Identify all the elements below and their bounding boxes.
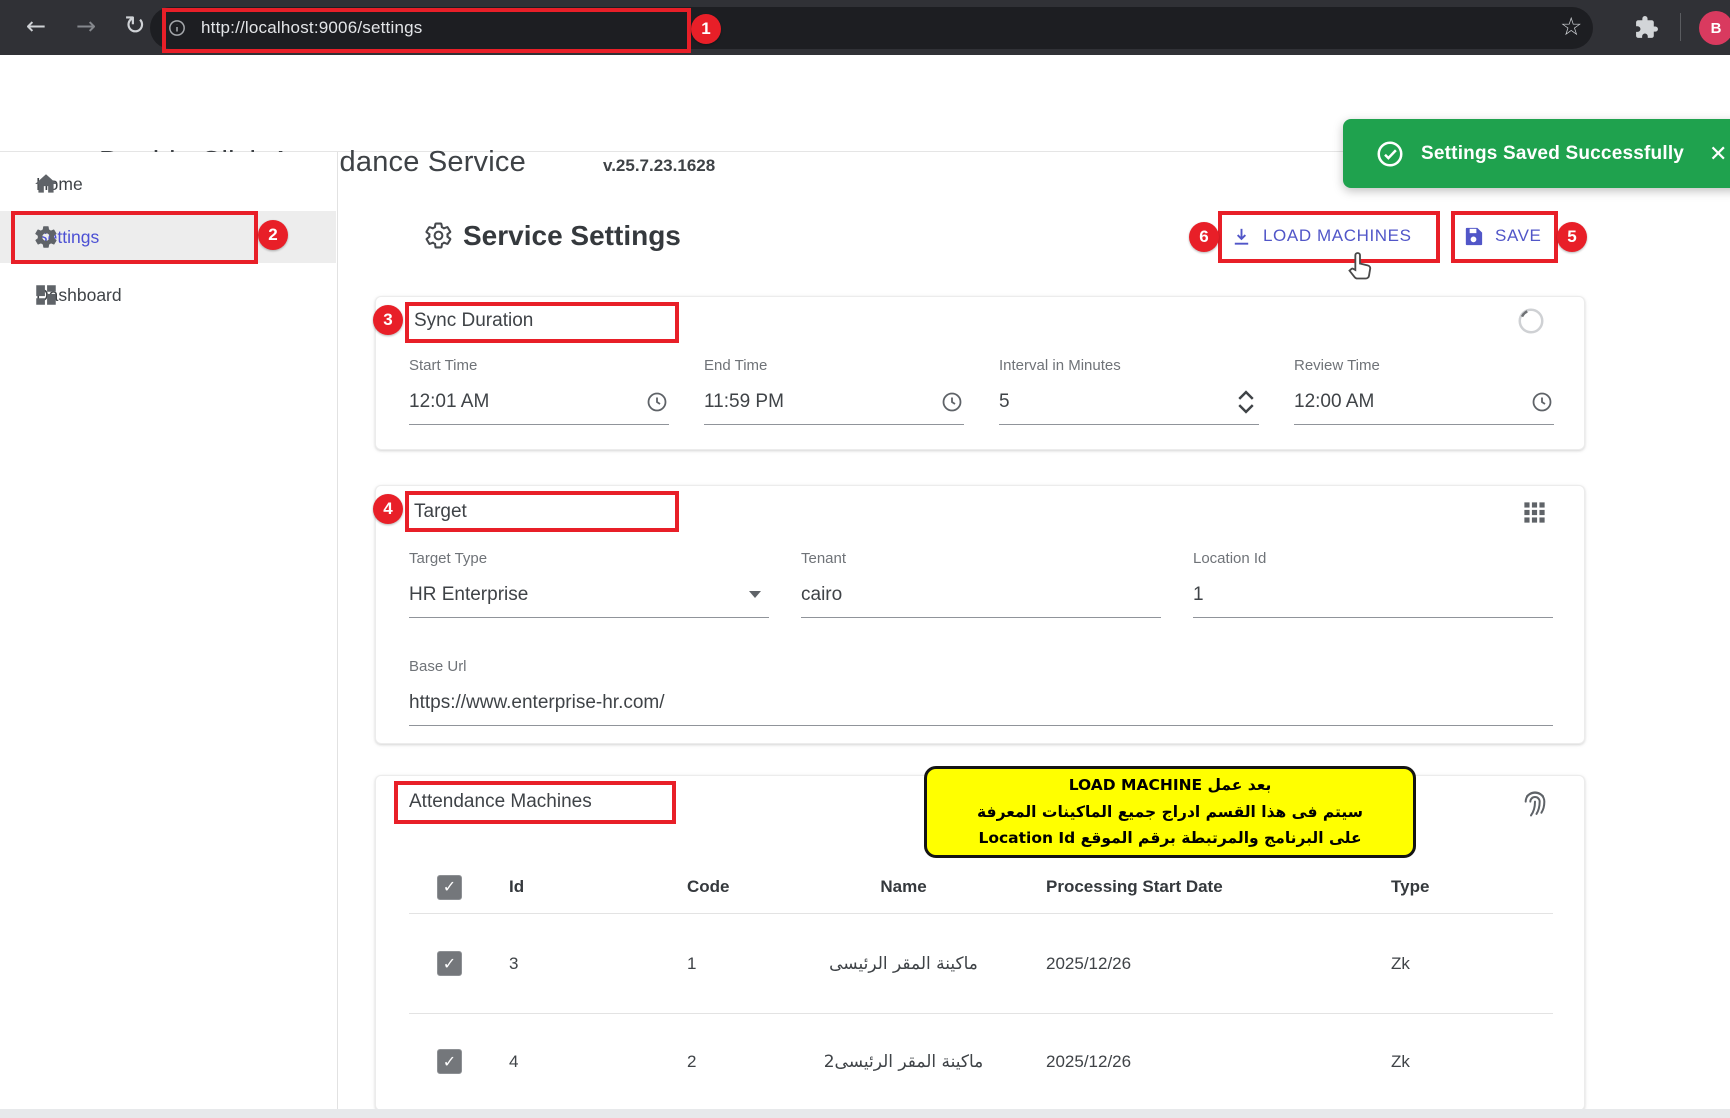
tenant-field: Tenant cairo — [801, 550, 1161, 618]
tenant-label: Tenant — [801, 550, 1161, 567]
fingerprint-icon — [1519, 787, 1551, 819]
review-time-field: Review Time 12:00 AM — [1294, 357, 1554, 425]
location-id-field: Location Id 1 — [1193, 550, 1553, 618]
sidebar: Home Settings Dashboard — [0, 152, 338, 1118]
col-header-code: Code — [687, 877, 761, 897]
sync-duration-card: Sync Duration Start Time 12:01 AM End Ti… — [375, 296, 1585, 450]
target-type-select[interactable]: HR Enterprise — [409, 581, 769, 618]
annotation-badge-6: 6 — [1189, 222, 1219, 252]
sidebar-item-settings[interactable]: Settings — [0, 211, 336, 263]
check-icon: ✓ — [443, 956, 456, 972]
review-time-label: Review Time — [1294, 357, 1554, 374]
target-type-field: Target Type HR Enterprise — [409, 550, 769, 618]
table-header-row: ✓ Id Code Name Processing Start Date Typ… — [409, 861, 1553, 913]
col-header-id: Id — [509, 877, 687, 897]
location-id-input[interactable]: 1 — [1193, 581, 1553, 618]
cell-code: 2 — [687, 1052, 761, 1072]
extensions-icon[interactable] — [1634, 15, 1659, 40]
back-icon[interactable]: ← — [26, 12, 46, 40]
interval-input[interactable]: 5 — [999, 388, 1259, 425]
toast-close-icon[interactable]: ✕ — [1709, 141, 1727, 167]
review-time-input[interactable]: 12:00 AM — [1294, 388, 1554, 425]
spinner-up-icon[interactable] — [1237, 390, 1255, 401]
page-bottom-strip — [0, 1109, 1730, 1118]
col-header-name: Name — [761, 877, 1046, 897]
end-time-field: End Time 11:59 PM — [704, 357, 964, 425]
screen: ← → ↻ http://localhost:9006/settings ☆ B… — [0, 0, 1730, 1118]
cell-id: 4 — [509, 1052, 687, 1072]
section-title-sync: Sync Duration — [414, 310, 533, 332]
cell-code: 1 — [687, 954, 761, 974]
end-time-input[interactable]: 11:59 PM — [704, 388, 964, 425]
bookmark-star-icon[interactable]: ☆ — [1560, 13, 1582, 41]
base-url-label: Base Url — [409, 658, 1553, 675]
timer-watch-icon — [1516, 306, 1546, 336]
sidebar-item-home[interactable]: Home — [0, 158, 336, 210]
location-id-label: Location Id — [1193, 550, 1553, 567]
spinner-down-icon[interactable] — [1237, 403, 1255, 414]
end-time-label: End Time — [704, 357, 964, 374]
save-button[interactable]: SAVE — [1462, 216, 1542, 256]
col-header-date: Processing Start Date — [1046, 877, 1391, 897]
machines-table: ✓ Id Code Name Processing Start Date Typ… — [409, 861, 1553, 1109]
cell-date: 2025/12/26 — [1046, 1052, 1391, 1072]
clock-icon[interactable] — [645, 390, 669, 414]
clock-icon[interactable] — [940, 390, 964, 414]
cell-name: ماكينة المقر الرئيسى — [761, 954, 1046, 974]
cell-name: ماكينة المقر الرئيسى2 — [761, 1052, 1046, 1072]
attendance-machines-card: Attendance Machines ✓ Id Code Name Proce… — [375, 775, 1585, 1111]
toast-message: Settings Saved Successfully — [1421, 143, 1684, 165]
row-checkbox[interactable]: ✓ — [437, 951, 462, 976]
gear-icon — [33, 224, 59, 250]
app-version: v.25.7.23.1628 — [603, 156, 715, 176]
chevron-down-icon — [749, 591, 761, 598]
cell-type: Zk — [1391, 1052, 1553, 1072]
col-header-type: Type — [1391, 877, 1553, 897]
address-bar[interactable]: http://localhost:9006/settings — [150, 7, 1593, 49]
base-url-input[interactable]: https://www.enterprise-hr.com/ — [409, 689, 1553, 726]
browser-toolbar: ← → ↻ http://localhost:9006/settings ☆ B — [0, 0, 1730, 55]
interval-label: Interval in Minutes — [999, 357, 1259, 374]
check-icon: ✓ — [443, 1054, 456, 1070]
start-time-field: Start Time 12:01 AM — [409, 357, 669, 425]
target-card: Target Target Type HR Enterprise Tenant … — [375, 485, 1585, 744]
download-icon — [1230, 225, 1253, 248]
table-row: ✓ 3 1 ماكينة المقر الرئيسى 2025/12/26 Zk — [409, 913, 1553, 1013]
section-title-machines: Attendance Machines — [409, 791, 592, 813]
select-all-checkbox[interactable]: ✓ — [437, 875, 462, 900]
settings-gear-icon — [424, 221, 453, 250]
target-type-label: Target Type — [409, 550, 769, 567]
start-time-input[interactable]: 12:01 AM — [409, 388, 669, 425]
apps-grid-icon — [1521, 499, 1548, 526]
annotation-badge-5: 5 — [1557, 222, 1587, 252]
check-icon: ✓ — [443, 879, 456, 895]
save-icon — [1462, 225, 1485, 248]
toolbar-separator — [1680, 13, 1681, 41]
sidebar-item-dashboard[interactable]: Dashboard — [0, 269, 336, 321]
section-title-target: Target — [414, 501, 467, 523]
start-time-label: Start Time — [409, 357, 669, 374]
clock-icon[interactable] — [1530, 390, 1554, 414]
reload-icon[interactable]: ↻ — [124, 12, 146, 40]
forward-icon[interactable]: → — [76, 12, 96, 40]
base-url-field: Base Url https://www.enterprise-hr.com/ — [409, 658, 1553, 726]
url-text: http://localhost:9006/settings — [201, 18, 422, 38]
row-checkbox[interactable]: ✓ — [437, 1049, 462, 1074]
home-icon — [33, 171, 59, 197]
interval-field: Interval in Minutes 5 — [999, 357, 1259, 425]
dashboard-icon — [33, 282, 59, 308]
tenant-input[interactable]: cairo — [801, 581, 1161, 618]
cell-type: Zk — [1391, 954, 1553, 974]
table-row: ✓ 4 2 ماكينة المقر الرئيسى2 2025/12/26 Z… — [409, 1013, 1553, 1109]
check-circle-icon — [1375, 139, 1405, 169]
profile-avatar[interactable]: B — [1699, 11, 1730, 45]
cell-id: 3 — [509, 954, 687, 974]
load-machines-button[interactable]: LOAD MACHINES — [1230, 216, 1412, 256]
toast-success: Settings Saved Successfully ✕ — [1343, 119, 1730, 188]
cell-date: 2025/12/26 — [1046, 954, 1391, 974]
site-info-icon[interactable] — [167, 18, 187, 38]
page-title: Service Settings — [463, 220, 681, 252]
